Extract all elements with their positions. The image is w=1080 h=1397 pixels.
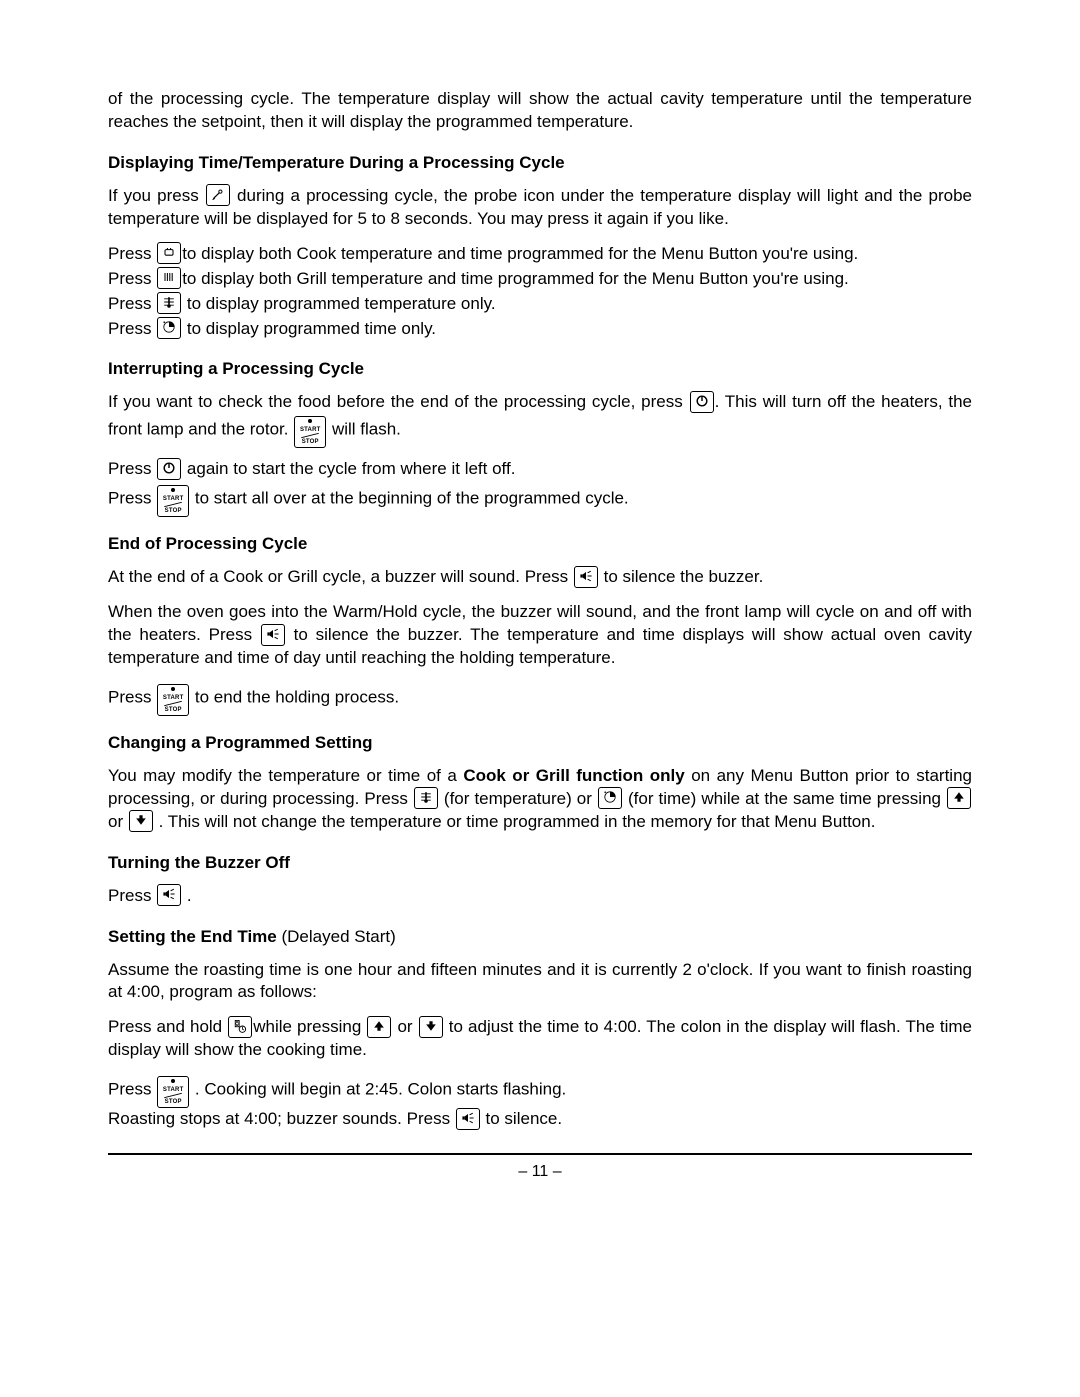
text: will flash.: [327, 420, 401, 439]
line: Press to display both Cook temperature a…: [108, 243, 972, 266]
text: to end the holding process.: [190, 687, 399, 706]
text: Press: [108, 319, 156, 338]
text: Press: [108, 687, 156, 706]
line: Press STARTSTOP to start all over at the…: [108, 483, 972, 515]
arrow-down-icon: [419, 1016, 443, 1038]
heading-end-time: Setting the End Time (Delayed Start): [108, 926, 972, 949]
heading-buzzer-off: Turning the Buzzer Off: [108, 852, 972, 875]
start-stop-button: STARTSTOP: [157, 485, 189, 517]
paragraph: If you press during a processing cycle, …: [108, 185, 972, 231]
probe-icon: [206, 184, 230, 206]
text: Press: [108, 244, 156, 263]
buzzer-icon: [456, 1108, 480, 1130]
arrow-up-icon: [367, 1016, 391, 1038]
start-stop-button: STARTSTOP: [294, 416, 326, 448]
paragraph: Press .: [108, 885, 972, 908]
text: while pressing: [253, 1017, 366, 1036]
text: or: [392, 1017, 417, 1036]
text: to display programmed time only.: [182, 319, 436, 338]
buzzer-icon: [261, 624, 285, 646]
text: Press: [108, 489, 156, 508]
text: to start all over at the beginning of th…: [190, 489, 628, 508]
power-icon: [157, 458, 181, 480]
text: At the end of a Cook or Grill cycle, a b…: [108, 567, 573, 586]
end-time-icon: [228, 1016, 252, 1038]
bold-text: Cook or Grill function only: [463, 766, 684, 785]
text: Press: [108, 886, 156, 905]
text: to silence.: [481, 1109, 562, 1128]
text: Press: [108, 294, 156, 313]
start-stop-button: STARTSTOP: [157, 684, 189, 716]
line: Press STARTSTOP . Cooking will begin at …: [108, 1074, 972, 1106]
document-page: of the processing cycle. The temperature…: [0, 0, 1080, 1397]
press-list: Press STARTSTOP . Cooking will begin at …: [108, 1074, 972, 1131]
heading-displaying: Displaying Time/Temperature During a Pro…: [108, 152, 972, 175]
buzzer-icon: [157, 884, 181, 906]
text: . This will not change the temperature o…: [154, 812, 876, 831]
footer-rule: [108, 1153, 972, 1155]
line: Roasting stops at 4:00; buzzer sounds. P…: [108, 1108, 972, 1131]
line: Press to display both Grill temperature …: [108, 268, 972, 291]
paragraph: If you want to check the food before the…: [108, 391, 972, 446]
temperature-icon: [157, 292, 181, 314]
line: Press to display programmed time only.: [108, 318, 972, 341]
line: Press to display programmed temperature …: [108, 293, 972, 316]
start-stop-button: STARTSTOP: [157, 1076, 189, 1108]
time-icon: [157, 317, 181, 339]
temperature-icon: [414, 787, 438, 809]
paragraph: Press STARTSTOP to end the holding proce…: [108, 682, 972, 714]
intro-paragraph: of the processing cycle. The temperature…: [108, 88, 972, 134]
text: to display both Cook temperature and tim…: [182, 244, 858, 263]
heading-changing: Changing a Programmed Setting: [108, 732, 972, 755]
text: Roasting stops at 4:00; buzzer sounds. P…: [108, 1109, 455, 1128]
press-list: Press again to start the cycle from wher…: [108, 458, 972, 515]
text: .: [182, 886, 191, 905]
grill-icon: [157, 267, 181, 289]
page-number: – 11 –: [108, 1161, 972, 1183]
text: If you want to check the food before the…: [108, 392, 689, 411]
text: to silence the buzzer.: [599, 567, 763, 586]
heading-interrupting: Interrupting a Processing Cycle: [108, 358, 972, 381]
text: Press: [108, 269, 156, 288]
arrow-up-icon: [947, 787, 971, 809]
text: again to start the cycle from where it l…: [182, 459, 515, 478]
text: You may modify the temperature or time o…: [108, 766, 463, 785]
paragraph: Press and hold while pressing or to adju…: [108, 1016, 972, 1062]
text: to display programmed temperature only.: [182, 294, 495, 313]
paragraph: When the oven goes into the Warm/Hold cy…: [108, 601, 972, 670]
text: Press and hold: [108, 1017, 227, 1036]
text: . Cooking will begin at 2:45. Colon star…: [190, 1080, 566, 1099]
text: (for temperature) or: [439, 789, 597, 808]
buzzer-icon: [574, 566, 598, 588]
arrow-down-icon: [129, 810, 153, 832]
time-icon: [598, 787, 622, 809]
text: Press: [108, 459, 156, 478]
text: during a processing cycle, the probe ico…: [108, 186, 972, 228]
paragraph: Assume the roasting time is one hour and…: [108, 959, 972, 1005]
text: (for time) while at the same time pressi…: [623, 789, 946, 808]
heading-end: End of Processing Cycle: [108, 533, 972, 556]
line: Press again to start the cycle from wher…: [108, 458, 972, 481]
cook-icon: [157, 242, 181, 264]
paragraph: You may modify the temperature or time o…: [108, 765, 972, 834]
text: If you press: [108, 186, 205, 205]
text: (Delayed Start): [277, 927, 396, 946]
text: or: [108, 812, 128, 831]
paragraph: At the end of a Cook or Grill cycle, a b…: [108, 566, 972, 589]
text: to display both Grill temperature and ti…: [182, 269, 849, 288]
text: Setting the End Time: [108, 927, 277, 946]
press-list: Press to display both Cook temperature a…: [108, 243, 972, 341]
text: Press: [108, 1080, 156, 1099]
power-icon: [690, 391, 714, 413]
